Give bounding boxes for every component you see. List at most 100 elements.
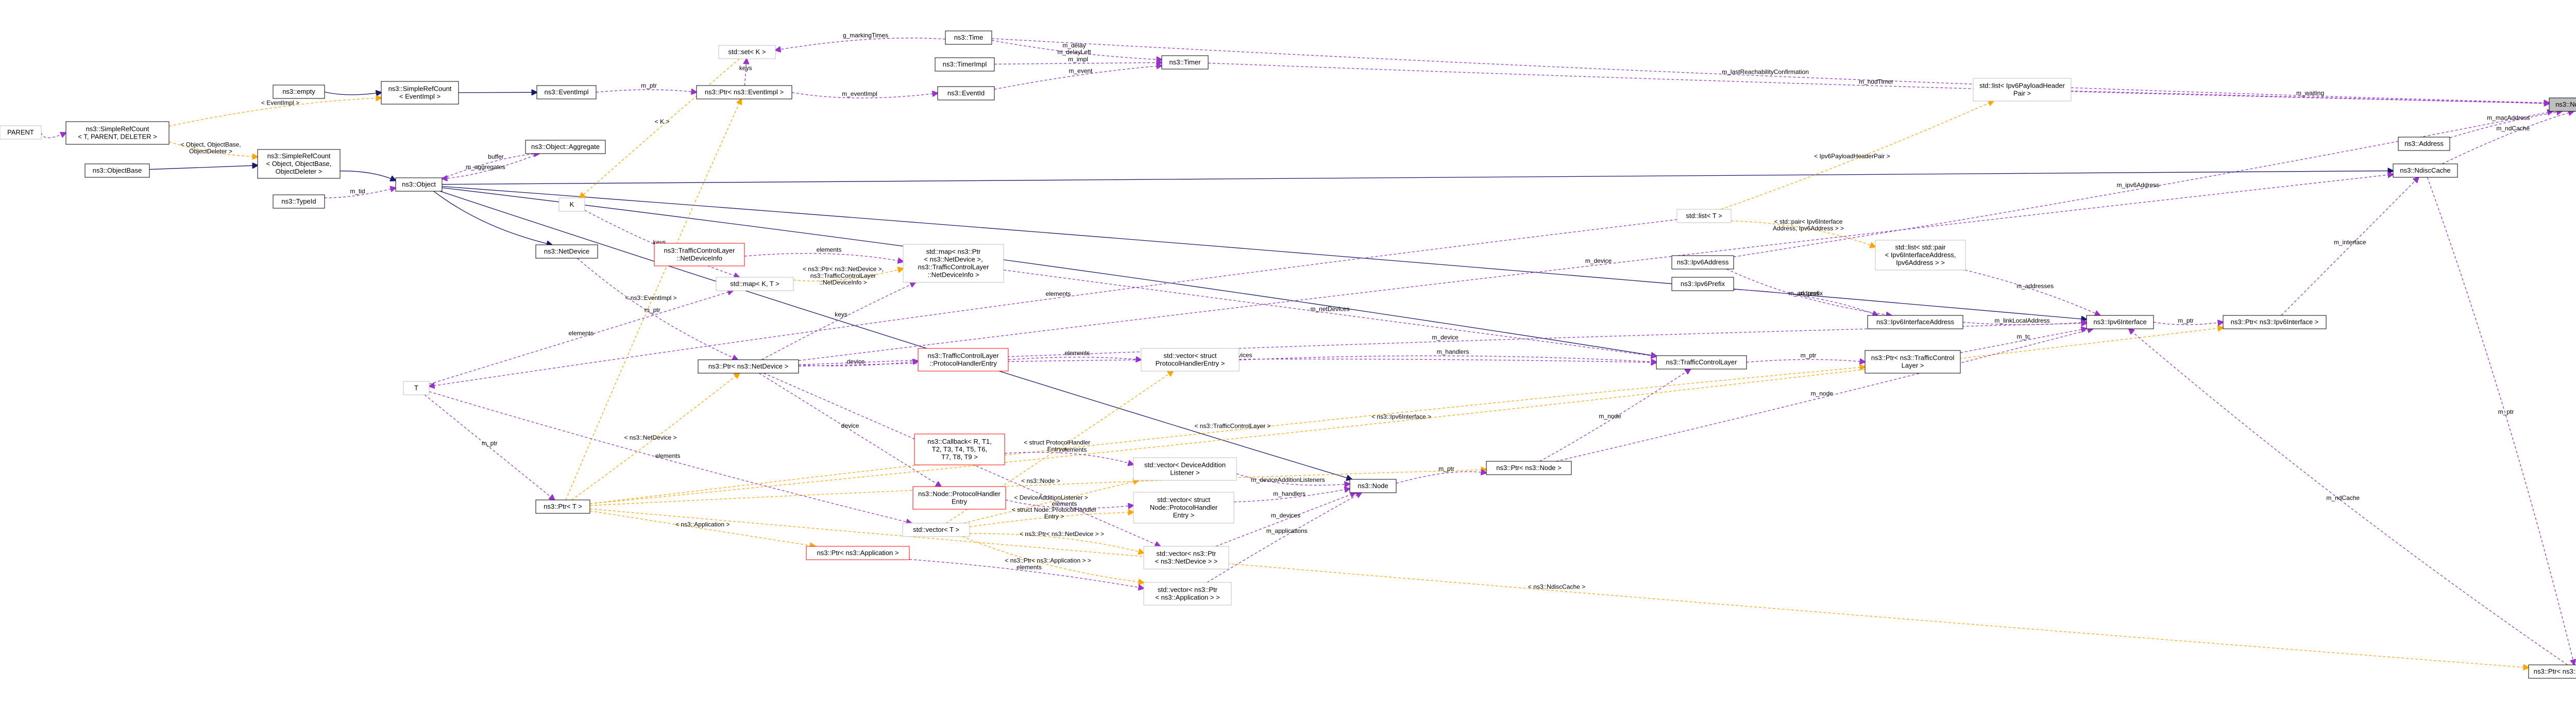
edge-usage: m_ptr	[1396, 465, 1486, 484]
edge-label: m_macAddress	[2487, 114, 2530, 122]
class-node-ptr-tcl[interactable]: ns3::Ptr< ns3::TrafficControl Layer >	[1865, 350, 1961, 374]
class-node-eventid[interactable]: ns3::EventId	[937, 86, 995, 101]
class-label: ns3::NetDevice	[544, 247, 589, 255]
edge-line	[759, 373, 941, 487]
class-node-object[interactable]: ns3::Object	[395, 177, 443, 192]
edge-usage: device	[798, 358, 918, 366]
class-node-ptr-netdevice[interactable]: ns3::Ptr< ns3::NetDevice >	[698, 359, 799, 374]
class-node-ipv6ifaddr[interactable]: ns3::Ipv6InterfaceAddress	[1867, 315, 1963, 329]
class-node-ptr-node[interactable]: ns3::Ptr< ns3::Node >	[1486, 461, 1572, 475]
class-label: K	[570, 200, 574, 208]
edge-label: m_eventImpl	[842, 90, 877, 97]
class-node-objectbase[interactable]: ns3::ObjectBase	[84, 163, 150, 178]
edge-usage: m_devices	[1215, 493, 1355, 547]
class-node-time[interactable]: ns3::Time	[945, 30, 992, 45]
edge-label: elements	[1016, 563, 1042, 571]
class-node-address[interactable]: ns3::Address	[2398, 137, 2450, 151]
class-node-listT[interactable]: std::list< T >	[1676, 209, 1732, 223]
class-node-timerimpl[interactable]: ns3::TimerImpl	[935, 57, 995, 72]
class-node-sref-obj[interactable]: ns3::SimpleRefCount < Object, ObjectBase,…	[257, 149, 341, 179]
class-node-eventimpl[interactable]: ns3::EventImpl	[536, 85, 597, 99]
class-node-T[interactable]: T	[403, 381, 430, 395]
edge-label: < K >	[655, 118, 670, 125]
class-node-list-pair[interactable]: std::list< std::pair < Ipv6InterfaceAddre…	[1875, 240, 1966, 271]
class-node-ndisccache[interactable]: ns3::NdiscCache	[2393, 163, 2458, 178]
edge-label: < ns3::EventImpl >	[625, 294, 676, 302]
edge-line	[1215, 493, 1355, 547]
edge-usage: device	[759, 373, 941, 487]
class-node-ptr-ipv6iface[interactable]: ns3::Ptr< ns3::Ipv6Interface >	[2223, 315, 2327, 329]
edge-line	[580, 58, 740, 198]
class-node-vectorT[interactable]: std::vector< T >	[902, 523, 970, 537]
edge-line	[458, 92, 537, 93]
class-node-vec-node-phe[interactable]: std::vector< struct Node::ProtocolHandler…	[1133, 492, 1234, 524]
class-node-ipv6address[interactable]: ns3::Ipv6Address	[1671, 255, 1734, 270]
edge-label: keys	[739, 64, 752, 72]
edge-label: m_waiting	[2296, 90, 2324, 97]
edge-usage: keys	[761, 282, 916, 360]
edge-line	[41, 132, 66, 138]
class-label: ns3::Ptr< ns3::NetDevice >	[708, 362, 788, 370]
edge-label: < ns3::Ptr< ns3::NetDevice >, ns3::Traffi…	[803, 265, 884, 286]
class-node-vec-tcl-phe[interactable]: std::vector< struct ProtocolHandlerEntry …	[1141, 348, 1240, 372]
edge-inherit	[442, 171, 2393, 185]
edge-usage: m_node	[1556, 329, 2093, 462]
class-node-tclndi[interactable]: ns3::TrafficControlLayer::NetDeviceInfo	[654, 243, 745, 266]
class-label: ns3::TrafficControlLayer	[1666, 358, 1737, 366]
edge-template: < Ipv6PayloadHeaderPair >	[1721, 101, 1993, 210]
class-node-sref-eventimpl[interactable]: ns3::SimpleRefCount < EventImpl >	[381, 81, 459, 105]
class-node-tcl[interactable]: ns3::TrafficControlLayer	[1656, 355, 1747, 370]
edge-line	[1004, 451, 1133, 465]
class-node-vec-ptr-nd[interactable]: std::vector< ns3::Ptr < ns3::NetDevice > …	[1143, 546, 1229, 570]
class-node-ptrT[interactable]: ns3::Ptr< T >	[535, 499, 590, 514]
edge-usage	[41, 132, 66, 138]
class-node-vec-dal[interactable]: std::vector< DeviceAddition Listener >	[1133, 457, 1237, 481]
class-node-netdevice[interactable]: ns3::NetDevice	[535, 244, 598, 259]
class-node-ptr-app[interactable]: ns3::Ptr< ns3::Application >	[806, 546, 910, 560]
edge-usage: m_interface	[2281, 177, 2419, 316]
class-label: ns3::Ptr< ns3::EventImpl >	[705, 88, 784, 96]
class-label: ns3::Timer	[1170, 58, 1201, 66]
edge-label: m_device	[1585, 257, 1612, 264]
class-node-tcl-phe[interactable]: ns3::TrafficControlLayer::ProtocolHandle…	[918, 348, 1009, 372]
class-node-entry[interactable]: ns3::NdiscCache::Entry	[2549, 97, 2576, 112]
class-node-setK[interactable]: std::set< K >	[718, 45, 776, 59]
class-node-mapptr[interactable]: std::map< ns3::Ptr < ns3::NetDevice >, ns3…	[903, 244, 1004, 283]
edge-line	[1003, 270, 1656, 357]
class-node-ipv6prefix[interactable]: ns3::Ipv6Prefix	[1671, 277, 1734, 291]
class-node-callback[interactable]: ns3::Callback< R, T1, T2, T3, T4, T5, T6,…	[914, 433, 1005, 465]
nodes-layer: ns3::NdiscCache::Entry ns3::Timens3::Time…	[0, 30, 2576, 679]
class-node-parent[interactable]: PARENT	[0, 125, 42, 140]
class-node-list-payload[interactable]: std::list< Ipv6PayloadHeader Pair >	[1973, 78, 2072, 102]
class-node-ptr-eventimpl[interactable]: ns3::Ptr< ns3::EventImpl >	[696, 85, 792, 99]
edge-label: device	[841, 422, 859, 429]
class-node-ptr-ndisc[interactable]: ns3::Ptr< ns3::NdiscCache >	[2528, 664, 2576, 679]
class-node-typeid[interactable]: ns3::TypeId	[273, 194, 325, 209]
class-node-ipv6iface[interactable]: ns3::Ipv6Interface	[2086, 315, 2154, 329]
edge-label: m_ndCache	[2326, 494, 2360, 501]
class-label: std::vector< struct ProtocolHandlerEntry …	[1156, 352, 1225, 367]
edge-label: < ns3::Application >	[675, 521, 730, 528]
class-label: ns3::EventImpl	[545, 88, 589, 96]
class-node-K[interactable]: K	[558, 197, 585, 212]
edge-usage: m_handlers	[1233, 489, 1350, 503]
class-label: ns3::NdiscCache	[2400, 166, 2450, 174]
edge-template: < K >	[580, 58, 740, 198]
edge-label: m_ptr	[645, 307, 660, 314]
class-label: ns3::Ptr< ns3::Node >	[1496, 464, 1561, 472]
edge-usage: m_ptr	[2153, 317, 2223, 325]
class-node-timer[interactable]: ns3::Timer	[1161, 55, 1209, 70]
edge-usage: m_ptr	[596, 82, 697, 92]
class-node-node-phe[interactable]: ns3::Node::ProtocolHandler Entry	[912, 486, 1006, 510]
class-node-sref-t[interactable]: ns3::SimpleRefCount < T, PARENT, DELETER …	[65, 121, 170, 145]
class-node-aggregate[interactable]: ns3::Object::Aggregate	[525, 140, 606, 154]
edge-line	[324, 92, 381, 94]
class-node-empty[interactable]: ns3::empty	[273, 85, 325, 99]
edge-usage: m_ndCache	[2129, 329, 2568, 665]
edge-usage: m_device	[798, 174, 2393, 361]
class-node-vec-ptr-app[interactable]: std::vector< ns3::Ptr < ns3::Application …	[1143, 582, 1232, 606]
edge-label: m_applications	[1266, 527, 1308, 534]
class-node-mapKT[interactable]: std::map< K, T >	[716, 277, 794, 291]
class-node-node[interactable]: ns3::Node	[1349, 479, 1397, 493]
class-label: ns3::Ipv6Prefix	[1681, 280, 1725, 288]
